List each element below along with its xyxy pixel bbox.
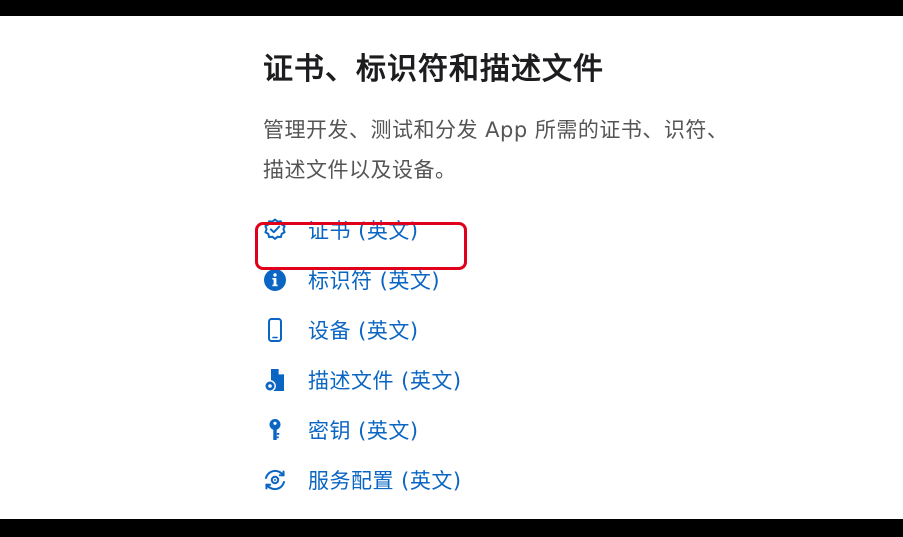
profile-document-icon xyxy=(262,367,288,393)
link-profiles[interactable]: 描述文件 (英文) xyxy=(262,362,462,398)
selection-highlight xyxy=(255,222,467,270)
key-icon xyxy=(262,417,288,443)
link-devices[interactable]: 设备 (英文) xyxy=(262,312,419,348)
link-label: 服务配置 (英文) xyxy=(308,469,462,493)
link-label: 设备 (英文) xyxy=(308,319,419,343)
link-label: 描述文件 (英文) xyxy=(308,369,462,393)
link-keys[interactable]: 密钥 (英文) xyxy=(262,412,419,448)
page-title: 证书、标识符和描述文件 xyxy=(263,52,604,87)
link-label: 密钥 (英文) xyxy=(308,419,419,443)
page-description: 管理开发、测试和分发 App 所需的证书、识符、描述文件以及设备。 xyxy=(263,118,729,182)
info-icon xyxy=(262,267,288,293)
content-panel: 证书、标识符和描述文件 管理开发、测试和分发 App 所需的证书、识符、描述文件… xyxy=(0,16,903,519)
service-sync-icon xyxy=(262,467,288,493)
link-services[interactable]: 服务配置 (英文) xyxy=(262,462,462,498)
phone-icon xyxy=(262,317,288,343)
